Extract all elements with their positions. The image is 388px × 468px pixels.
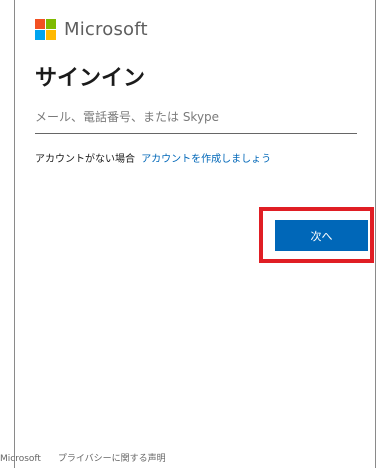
- footer: Microsoft プライバシーに関する声明: [0, 451, 180, 464]
- signin-panel: Microsoft サインイン アカウントがない場合 アカウントを作成しましょう…: [14, 0, 376, 468]
- privacy-link[interactable]: プライバシーに関する声明: [58, 454, 166, 464]
- create-account-link[interactable]: アカウントを作成しましょう: [141, 154, 271, 165]
- no-account-text: アカウントがない場合: [35, 154, 135, 165]
- next-button[interactable]: 次へ: [275, 220, 368, 251]
- no-account-row: アカウントがない場合 アカウントを作成しましょう: [35, 150, 271, 165]
- footer-copyright: Microsoft: [0, 454, 41, 464]
- page-title: サインイン: [35, 66, 146, 91]
- microsoft-logo: Microsoft: [35, 19, 148, 40]
- email-field-container: [35, 103, 357, 134]
- brand-name: Microsoft: [64, 19, 148, 40]
- email-field[interactable]: [35, 103, 357, 131]
- microsoft-logo-icon: [35, 19, 56, 40]
